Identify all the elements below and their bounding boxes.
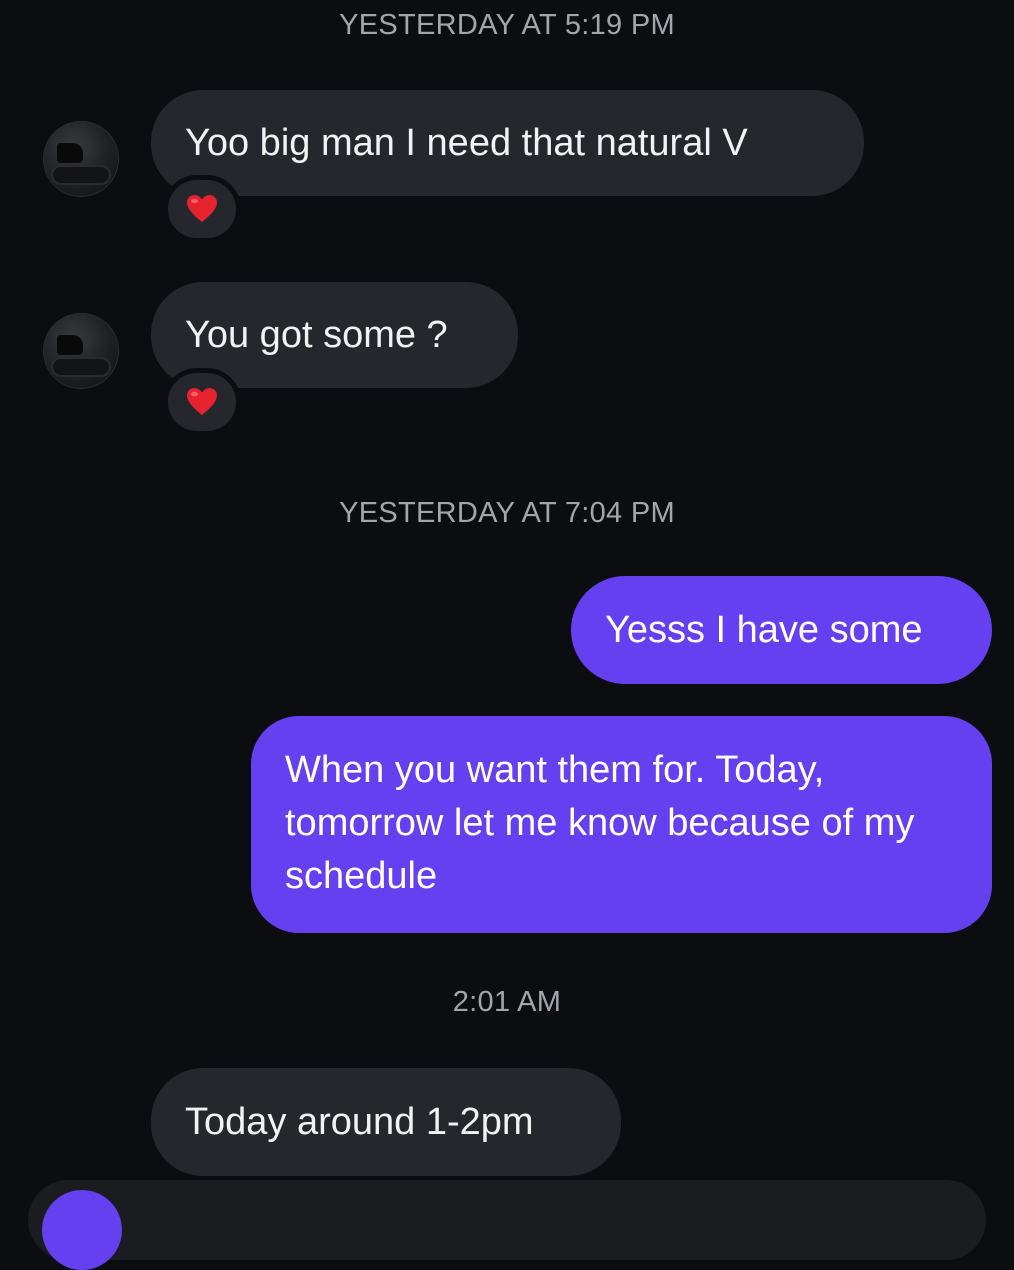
timestamp-yesterday-704: YESTERDAY AT 7:04 PM <box>339 497 675 529</box>
message-bubble-outgoing[interactable]: When you want them for. Today, tomorrow … <box>251 716 992 933</box>
red-heart-icon <box>187 388 217 415</box>
timestamp-yesterday-519: YESTERDAY AT 5:19 PM <box>339 9 675 41</box>
red-heart-icon <box>187 195 217 222</box>
contact-avatar[interactable] <box>43 313 119 389</box>
message-bubble-incoming[interactable]: Yoo big man I need that natural V <box>151 90 864 196</box>
contact-avatar[interactable] <box>43 121 119 197</box>
message-bubble-outgoing[interactable]: Yesss I have some <box>571 576 992 684</box>
message-composer[interactable] <box>28 1180 986 1260</box>
reaction-badge[interactable] <box>163 175 241 243</box>
timestamp-201am: 2:01 AM <box>452 986 562 1018</box>
reaction-badge[interactable] <box>163 368 241 436</box>
message-bubble-incoming[interactable]: Today around 1-2pm <box>151 1068 621 1176</box>
camera-button[interactable] <box>42 1190 122 1270</box>
